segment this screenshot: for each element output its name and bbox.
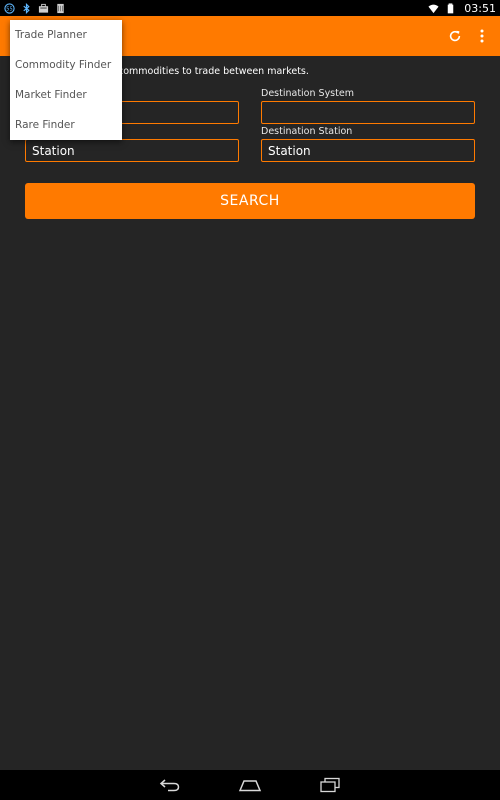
menu-item-rare-finder[interactable]: Rare Finder [10, 110, 122, 140]
back-icon [159, 779, 180, 792]
status-time: 03:51 [464, 1, 496, 15]
recents-button[interactable] [316, 775, 344, 795]
system-navigation-bar [0, 770, 500, 800]
home-icon [238, 780, 262, 792]
destination-station-label: Destination Station [261, 126, 353, 137]
svg-text:55: 55 [6, 6, 12, 12]
home-button[interactable] [236, 775, 264, 795]
destination-station-input[interactable] [261, 139, 475, 162]
screen: 55 03:51 commodities to trade between ma… [0, 0, 500, 800]
status-bar: 55 03:51 [0, 0, 500, 16]
destination-system-label: Destination System [261, 88, 354, 99]
refresh-button[interactable] [445, 26, 465, 46]
app-notification-icon: 55 [4, 2, 15, 14]
source-station-input[interactable] [25, 139, 239, 162]
back-button[interactable] [156, 775, 184, 795]
instruction-text-content: commodities to trade between markets. [118, 66, 309, 77]
overflow-menu-icon [480, 29, 484, 43]
instruction-text: commodities to trade between markets. [118, 66, 500, 77]
status-right-icons: 03:51 [428, 2, 496, 15]
menu-item-trade-planner[interactable]: Trade Planner [10, 20, 122, 50]
menu-item-commodity-finder[interactable]: Commodity Finder [10, 50, 122, 80]
briefcase-icon [38, 3, 49, 13]
destination-system-input[interactable] [261, 101, 475, 124]
overflow-menu-button[interactable] [474, 26, 490, 46]
sim-icon [57, 3, 64, 13]
search-button[interactable]: SEARCH [25, 183, 475, 219]
status-left-icons: 55 [4, 2, 66, 14]
wifi-icon [428, 4, 439, 13]
battery-icon [448, 2, 454, 13]
refresh-icon [449, 30, 461, 42]
recents-icon [320, 777, 340, 793]
menu-item-market-finder[interactable]: Market Finder [10, 80, 122, 110]
navigation-dropdown-menu: Trade Planner Commodity Finder Market Fi… [10, 20, 122, 140]
bluetooth-icon [23, 2, 30, 14]
